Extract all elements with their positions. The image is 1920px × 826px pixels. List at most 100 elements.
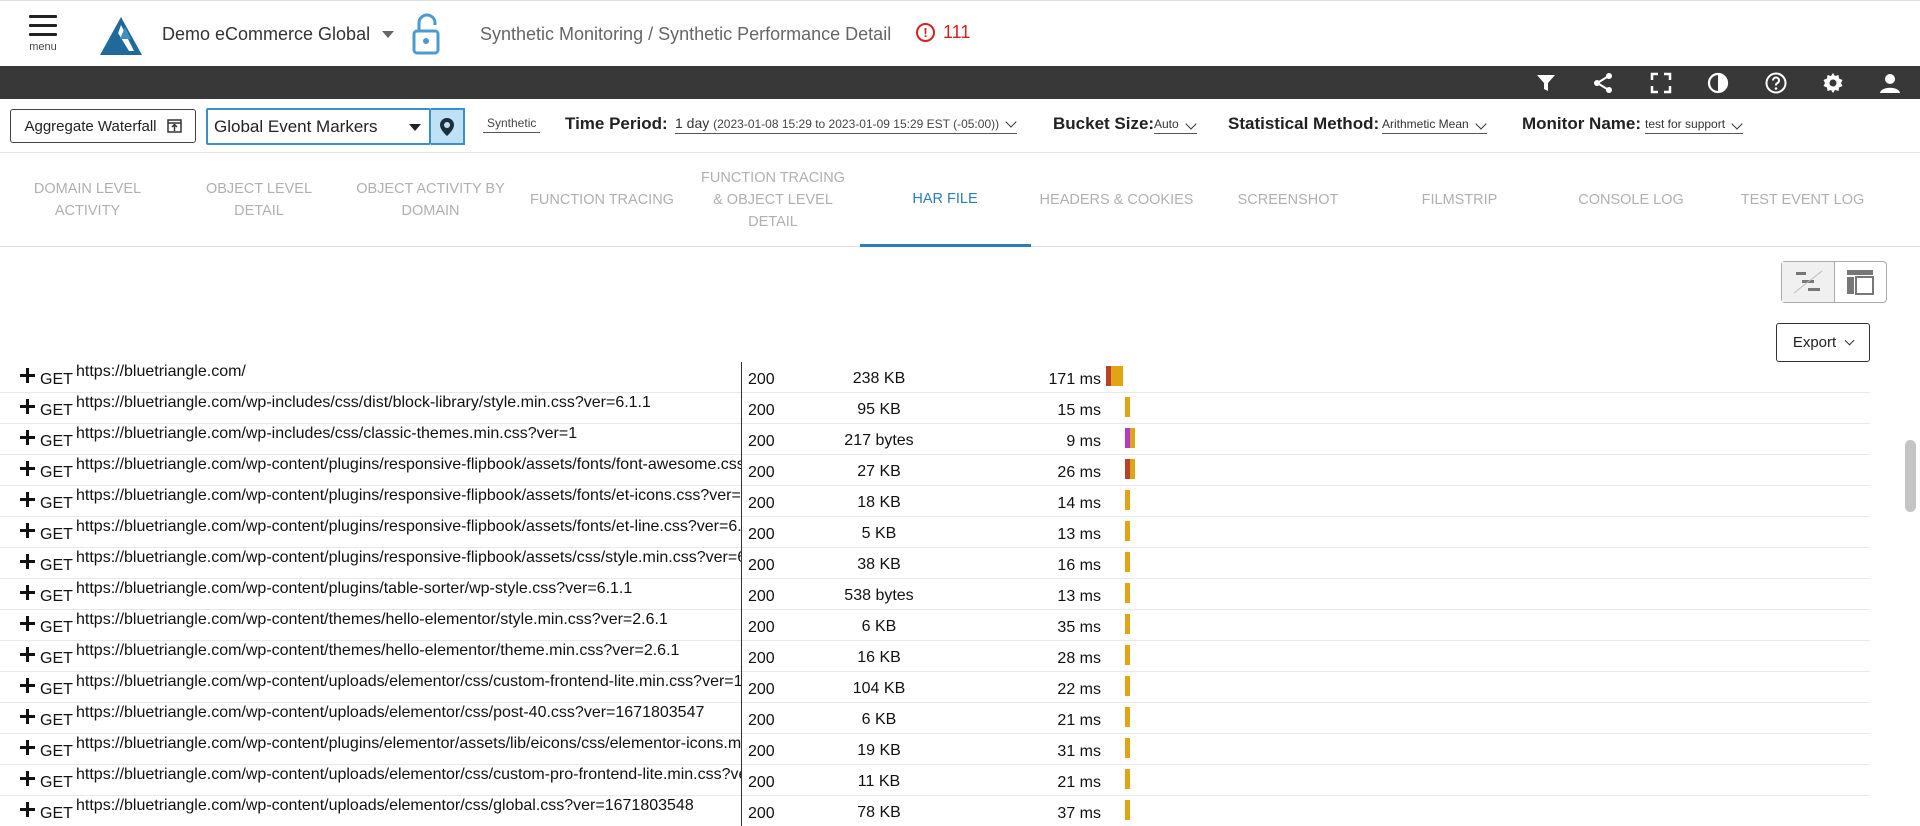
column-divider[interactable] (741, 765, 742, 796)
tab-filmstrip[interactable]: FILMSTRIP (1374, 153, 1545, 247)
request-url[interactable]: https://bluetriangle.com/wp-content/plug… (76, 456, 741, 474)
menu-button[interactable]: menu (26, 15, 60, 61)
request-url[interactable]: https://bluetriangle.com/wp-content/plug… (76, 580, 741, 598)
column-divider[interactable] (741, 486, 742, 517)
column-divider[interactable] (741, 610, 742, 641)
request-url[interactable]: https://bluetriangle.com/wp-content/uplo… (76, 673, 741, 691)
tab-screenshot[interactable]: SCREENSHOT (1203, 153, 1374, 247)
waterfall-bar[interactable] (1125, 552, 1130, 572)
expand-plus-icon[interactable] (20, 802, 35, 817)
waterfall-bar[interactable] (1125, 676, 1130, 696)
column-divider[interactable] (741, 672, 742, 703)
table-row[interactable]: GET https://bluetriangle.com/wp-content/p… (0, 486, 1870, 517)
expand-plus-icon[interactable] (20, 523, 35, 538)
column-divider[interactable] (741, 548, 742, 579)
expand-plus-icon[interactable] (20, 740, 35, 755)
tab-test-event-log[interactable]: TEST EVENT LOG (1717, 153, 1888, 247)
alert-indicator[interactable]: ! 111 (916, 22, 970, 43)
column-divider[interactable] (741, 734, 742, 765)
bucket-size-select[interactable]: Auto (1154, 117, 1197, 134)
waterfall-bar[interactable] (1125, 490, 1130, 510)
request-url[interactable]: https://bluetriangle.com/wp-content/uplo… (76, 766, 741, 784)
tab-domain-level-activity[interactable]: DOMAIN LEVEL ACTIVITY (2, 153, 173, 247)
expand-plus-icon[interactable] (20, 430, 35, 445)
scrollbar-thumb[interactable] (1905, 440, 1916, 512)
column-divider[interactable] (741, 455, 742, 486)
fullscreen-icon[interactable] (1649, 71, 1673, 95)
blue-triangle-logo[interactable] (98, 15, 144, 57)
column-divider[interactable] (741, 641, 742, 672)
contrast-icon[interactable] (1706, 71, 1730, 95)
expand-plus-icon[interactable] (20, 616, 35, 631)
table-row[interactable]: GET https://bluetriangle.com/wp-content/p… (0, 734, 1870, 765)
waterfall-bar[interactable] (1125, 738, 1130, 758)
table-view-button[interactable] (1833, 262, 1887, 302)
expand-plus-icon[interactable] (20, 647, 35, 662)
table-row[interactable]: GET https://bluetriangle.com/wp-content/p… (0, 548, 1870, 579)
expand-plus-icon[interactable] (20, 368, 35, 383)
tab-function-tracing[interactable]: FUNCTION TRACING (517, 153, 688, 247)
request-url[interactable]: https://bluetriangle.com/wp-content/plug… (76, 735, 741, 753)
help-icon[interactable] (1764, 71, 1788, 95)
column-divider[interactable] (741, 393, 742, 424)
export-button[interactable]: Export (1776, 323, 1870, 362)
expand-plus-icon[interactable] (20, 709, 35, 724)
waterfall-bar[interactable] (1125, 614, 1130, 634)
waterfall-bar[interactable] (1125, 800, 1130, 820)
column-divider[interactable] (741, 517, 742, 548)
time-period-select[interactable]: 1 day (2023-01-08 15:29 to 2023-01-09 15… (675, 115, 1018, 134)
tab-har-file[interactable]: HAR FILE (859, 153, 1031, 247)
expand-plus-icon[interactable] (20, 492, 35, 507)
request-url[interactable]: https://bluetriangle.com/wp-content/plug… (76, 518, 741, 536)
synthetic-filter-tag[interactable]: Synthetic (483, 116, 541, 133)
column-divider[interactable] (741, 579, 742, 610)
tab-console-log[interactable]: CONSOLE LOG (1546, 153, 1717, 247)
request-url[interactable]: https://bluetriangle.com/wp-includes/css… (76, 394, 741, 412)
table-row[interactable]: GET https://bluetriangle.com/wp-content/u… (0, 796, 1870, 826)
table-row[interactable]: GET https://bluetriangle.com/wp-includes/… (0, 424, 1870, 455)
tab-headers-cookies[interactable]: HEADERS & COOKIES (1031, 153, 1202, 247)
org-name[interactable]: Demo eCommerce Global (162, 24, 370, 45)
org-dropdown-caret-icon[interactable] (382, 31, 394, 38)
waterfall-bar[interactable] (1125, 459, 1135, 479)
request-url[interactable]: https://bluetriangle.com/wp-content/them… (76, 642, 741, 660)
expand-plus-icon[interactable] (20, 771, 35, 786)
waterfall-bar[interactable] (1125, 583, 1130, 603)
request-url[interactable]: https://bluetriangle.com/ (76, 363, 741, 381)
table-row[interactable]: GET https://bluetriangle.com/wp-content/t… (0, 641, 1870, 672)
event-markers-select[interactable]: Global Event Markers (206, 108, 431, 145)
request-url[interactable]: https://bluetriangle.com/wp-content/uplo… (76, 797, 741, 815)
request-url[interactable]: https://bluetriangle.com/wp-content/uplo… (76, 704, 741, 722)
table-row[interactable]: GET https://bluetriangle.com/wp-includes/… (0, 393, 1870, 424)
request-url[interactable]: https://bluetriangle.com/wp-content/plug… (76, 487, 741, 505)
column-divider[interactable] (741, 362, 742, 393)
waterfall-view-button[interactable] (1782, 262, 1834, 302)
expand-plus-icon[interactable] (20, 461, 35, 476)
expand-plus-icon[interactable] (20, 399, 35, 414)
table-row[interactable]: GET https://bluetriangle.com/200 238 KB 171… (0, 362, 1870, 393)
settings-icon[interactable] (1821, 71, 1845, 95)
waterfall-bar[interactable] (1125, 397, 1130, 417)
waterfall-bar[interactable] (1106, 366, 1123, 386)
waterfall-bar[interactable] (1125, 707, 1130, 727)
table-row[interactable]: GET https://bluetriangle.com/wp-content/u… (0, 672, 1870, 703)
waterfall-bar[interactable] (1125, 521, 1130, 541)
expand-plus-icon[interactable] (20, 585, 35, 600)
column-divider[interactable] (741, 796, 742, 826)
tab-object-activity-by-domain[interactable]: OBJECT ACTIVITY BY DOMAIN (345, 153, 516, 247)
request-url[interactable]: https://bluetriangle.com/wp-content/plug… (76, 549, 741, 567)
table-row[interactable]: GET https://bluetriangle.com/wp-content/p… (0, 579, 1870, 610)
event-marker-pin-button[interactable] (431, 108, 465, 145)
aggregate-waterfall-button[interactable]: Aggregate Waterfall (10, 109, 196, 143)
column-divider[interactable] (741, 703, 742, 734)
statistical-method-select[interactable]: Arithmetic Mean (1382, 117, 1487, 134)
table-row[interactable]: GET https://bluetriangle.com/wp-content/u… (0, 703, 1870, 734)
table-row[interactable]: GET https://bluetriangle.com/wp-content/u… (0, 765, 1870, 796)
waterfall-bar[interactable] (1125, 428, 1135, 448)
tab-function-tracing-object-level-detail[interactable]: FUNCTION TRACING & OBJECT LEVEL DETAIL (698, 153, 848, 247)
expand-plus-icon[interactable] (20, 678, 35, 693)
filter-icon[interactable] (1534, 71, 1558, 95)
tab-object-level-detail[interactable]: OBJECT LEVEL DETAIL (174, 153, 345, 247)
table-row[interactable]: GET https://bluetriangle.com/wp-content/t… (0, 610, 1870, 641)
share-icon[interactable] (1591, 71, 1615, 95)
